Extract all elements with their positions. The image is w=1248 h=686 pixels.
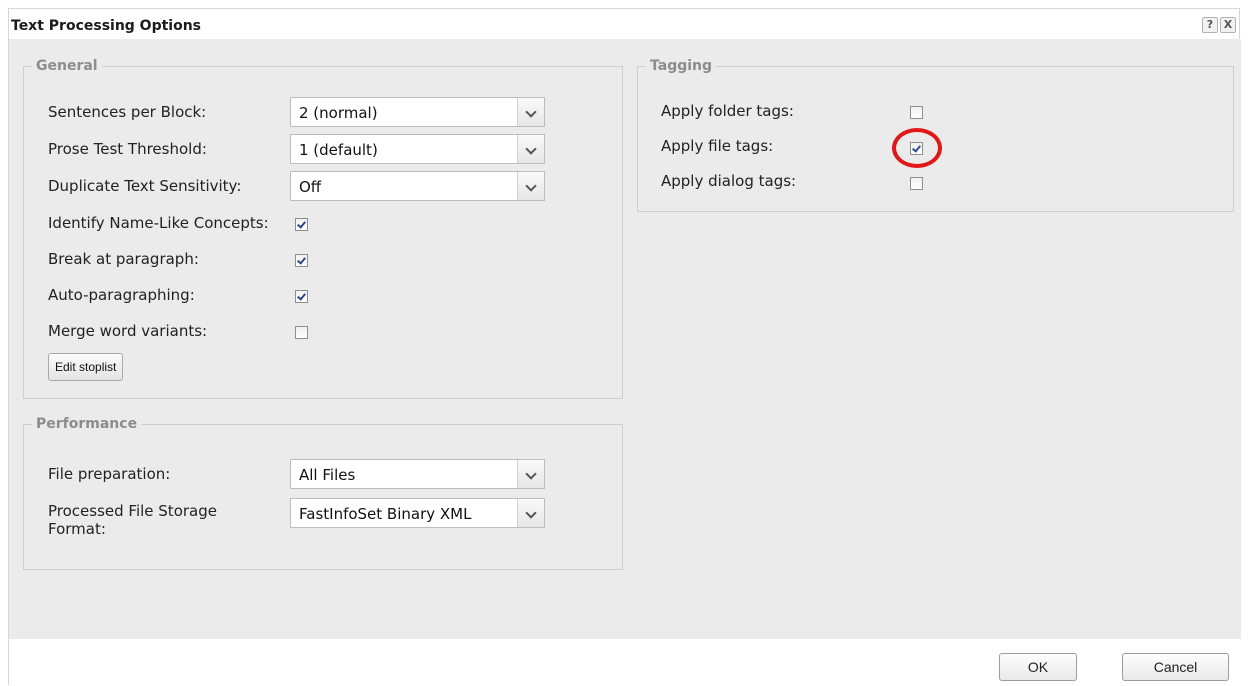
- highlight-circle: [892, 128, 942, 168]
- prose-test-threshold-select[interactable]: 1 (default): [290, 134, 545, 164]
- ok-button[interactable]: OK: [999, 653, 1077, 681]
- chevron-down-icon[interactable]: [517, 499, 544, 527]
- dialog-content: General Sentences per Block: 2 (normal) …: [9, 39, 1241, 639]
- file-preparation-select[interactable]: All Files: [290, 459, 545, 489]
- chevron-down-icon[interactable]: [517, 172, 544, 200]
- apply-file-tags-label: Apply file tags:: [661, 137, 774, 155]
- break-at-paragraph-checkbox[interactable]: [295, 254, 308, 267]
- auto-paragraphing-label: Auto-paragraphing:: [48, 286, 195, 304]
- close-icon[interactable]: X: [1220, 17, 1236, 33]
- cancel-button[interactable]: Cancel: [1122, 653, 1229, 681]
- merge-word-variants-checkbox[interactable]: [295, 326, 308, 339]
- chevron-down-icon[interactable]: [517, 98, 544, 126]
- help-icon[interactable]: ?: [1202, 17, 1218, 33]
- apply-dialog-tags-checkbox[interactable]: [910, 177, 923, 190]
- edit-stoplist-button[interactable]: Edit stoplist: [48, 353, 124, 381]
- duplicate-text-sensitivity-select[interactable]: Off: [290, 171, 545, 201]
- prose-test-threshold-value: 1 (default): [299, 141, 378, 159]
- storage-format-select[interactable]: FastInfoSet Binary XML: [290, 498, 545, 528]
- chevron-down-icon[interactable]: [517, 135, 544, 163]
- duplicate-text-sensitivity-label: Duplicate Text Sensitivity:: [48, 177, 242, 195]
- sentences-per-block-label: Sentences per Block:: [48, 103, 207, 121]
- file-preparation-label: File preparation:: [48, 465, 171, 483]
- identify-name-like-checkbox[interactable]: [295, 218, 308, 231]
- general-group: General Sentences per Block: 2 (normal) …: [23, 58, 623, 399]
- prose-test-threshold-label: Prose Test Threshold:: [48, 140, 207, 158]
- performance-group: Performance File preparation: All Files …: [23, 416, 623, 570]
- storage-format-label: Processed File Storage Format:: [48, 502, 217, 538]
- dialog-footer: OK Cancel: [9, 639, 1241, 686]
- identify-name-like-label: Identify Name-Like Concepts:: [48, 214, 269, 232]
- performance-legend: Performance: [32, 416, 142, 432]
- merge-word-variants-label: Merge word variants:: [48, 322, 208, 340]
- storage-format-value: FastInfoSet Binary XML: [299, 505, 472, 523]
- tagging-legend: Tagging: [646, 58, 717, 74]
- break-at-paragraph-label: Break at paragraph:: [48, 250, 199, 268]
- auto-paragraphing-checkbox[interactable]: [295, 290, 308, 303]
- duplicate-text-sensitivity-value: Off: [299, 178, 322, 196]
- dialog-title: Text Processing Options: [11, 18, 202, 34]
- tagging-group: Tagging Apply folder tags: Apply file ta…: [637, 58, 1234, 212]
- dialog-titlebar: Text Processing Options ? X: [9, 9, 1239, 39]
- file-preparation-value: All Files: [299, 466, 356, 484]
- sentences-per-block-select[interactable]: 2 (normal): [290, 97, 545, 127]
- apply-folder-tags-checkbox[interactable]: [910, 106, 923, 119]
- text-processing-options-dialog: Text Processing Options ? X General Sent…: [8, 8, 1241, 686]
- sentences-per-block-value: 2 (normal): [299, 104, 378, 122]
- apply-dialog-tags-label: Apply dialog tags:: [661, 172, 797, 190]
- chevron-down-icon[interactable]: [517, 460, 544, 488]
- apply-folder-tags-label: Apply folder tags:: [661, 102, 794, 120]
- general-legend: General: [32, 58, 102, 74]
